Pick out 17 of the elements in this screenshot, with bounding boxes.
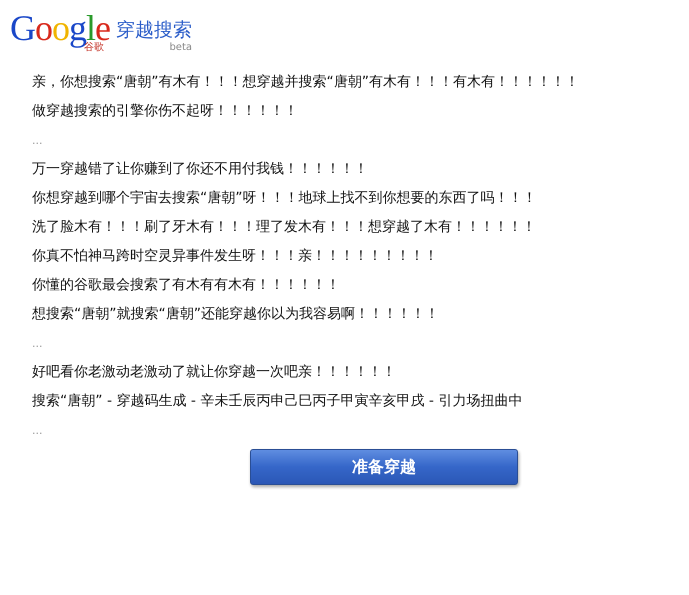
message-line: 做穿越搜索的引擎你伤不起呀！！！！！！ — [32, 102, 299, 121]
logo-subtitle: 谷歌 — [84, 42, 104, 53]
ellipsis: ... — [32, 133, 44, 149]
message-line: 洗了脸木有！！！刷了牙木有！！！理了发木有！！！想穿越了木有！！！！！！ — [32, 218, 537, 237]
message-line: 你想穿越到哪个宇宙去搜索“唐朝”呀！！！地球上找不到你想要的东西了吗！！！ — [32, 189, 538, 208]
product-title: 穿越搜索 — [116, 18, 192, 42]
message-line: 亲，你想搜索“唐朝”有木有！！！想穿越并搜索“唐朝”有木有！！！有木有！！！！！！ — [32, 73, 580, 92]
message-line: 你真不怕神马跨时空灵异事件发生呀！！！亲！！！！！！！！！ — [32, 247, 439, 266]
ellipsis: ... — [32, 423, 44, 439]
beta-label: beta — [169, 42, 192, 54]
message-line: 你懂的谷歌最会搜索了有木有有木有！！！！！！ — [32, 276, 341, 295]
message-line: 想搜索“唐朝”就搜索“唐朝”还能穿越你以为我容易啊！！！！！！ — [32, 305, 440, 324]
message-line: 万一穿越错了让你赚到了你还不用付我钱！！！！！！ — [32, 160, 369, 179]
message-line: 好吧看你老激动老激动了就让你穿越一次吧亲！！！！！！ — [32, 363, 397, 382]
start-button[interactable]: 准备穿越 — [250, 449, 518, 485]
ellipsis: ... — [32, 336, 44, 352]
message-line: 搜索“唐朝” - 穿越码生成 - 辛未壬辰丙申己巳丙子甲寅辛亥甲戌 - 引力场扭曲中 — [32, 392, 524, 411]
